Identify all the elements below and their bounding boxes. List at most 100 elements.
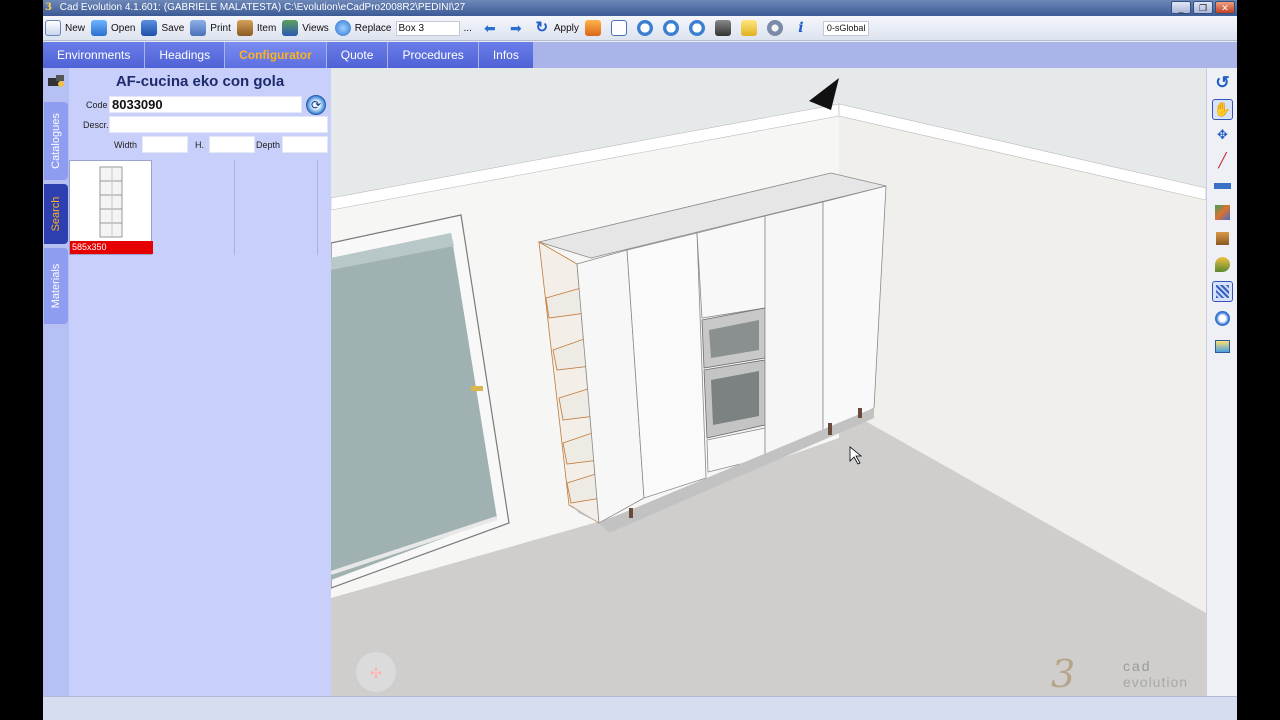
- application-window: 3 Cad Evolution 4.1.601: (GABRIELE MALAT…: [43, 0, 1237, 720]
- tab-procedures[interactable]: Procedures: [388, 42, 478, 68]
- package-icon: [584, 20, 601, 36]
- material-button[interactable]: [1212, 202, 1233, 223]
- view-tools-toolbar: ↺ ✋ ✥ ╱: [1206, 68, 1237, 696]
- catalog-button[interactable]: [1212, 228, 1233, 249]
- minimize-button[interactable]: _: [1171, 1, 1191, 14]
- app-logo-icon: 3: [45, 2, 52, 13]
- side-tab-search[interactable]: Search: [44, 184, 68, 244]
- tab-infos[interactable]: Infos: [478, 42, 533, 68]
- catalogue-tool-icon[interactable]: [47, 73, 65, 89]
- tab-configurator[interactable]: Configurator: [225, 42, 326, 68]
- descr-input[interactable]: [109, 116, 328, 133]
- brand-tagline: evolution: [1123, 674, 1189, 690]
- back-button[interactable]: ⬅: [480, 17, 506, 39]
- apply-refresh-icon: ↻: [535, 19, 549, 36]
- zoom-out-button[interactable]: [687, 17, 713, 39]
- info-button[interactable]: i: [791, 17, 817, 39]
- code-input[interactable]: 8033090: [109, 96, 302, 113]
- zoom-fit-button[interactable]: [635, 17, 661, 39]
- notes-icon: [740, 20, 757, 36]
- result-divider: [234, 160, 235, 255]
- 3d-viewport[interactable]: ✣ 3 cad evolution: [331, 68, 1206, 696]
- forward-button[interactable]: ➡: [506, 17, 532, 39]
- line-icon: ╱: [1218, 152, 1227, 168]
- width-label: Width: [114, 140, 138, 150]
- panel-title: AF-cucina eko con gola: [115, 73, 285, 90]
- kitchen-3d-scene: ✣: [331, 68, 1206, 696]
- brand-name: cad: [1123, 658, 1152, 674]
- apply-button[interactable]: ↻ Apply: [532, 17, 583, 39]
- move-button[interactable]: ✥: [1212, 124, 1233, 145]
- tab-headings[interactable]: Headings: [145, 42, 225, 68]
- ruler-icon: [1214, 183, 1231, 189]
- replace-more-button[interactable]: ...: [462, 17, 480, 39]
- replace-value-field[interactable]: Box 3: [395, 20, 460, 36]
- code-label: Code: [86, 100, 108, 110]
- new-button[interactable]: New: [43, 17, 89, 39]
- rotate-icon: ↺: [1215, 73, 1230, 92]
- search-icon: ⟳: [311, 98, 322, 112]
- zoom-fit-icon: [636, 20, 653, 36]
- package-button[interactable]: [583, 17, 609, 39]
- depth-input[interactable]: [282, 136, 328, 153]
- brand-logo-icon: 3: [1051, 652, 1076, 696]
- window-title: Cad Evolution 4.1.601: (GABRIELE MALATES…: [59, 2, 466, 13]
- zoom-in-icon: [662, 20, 679, 36]
- line-tool-button[interactable]: ╱: [1212, 150, 1233, 171]
- notes-button[interactable]: [739, 17, 765, 39]
- hand-icon: ✋: [1213, 101, 1232, 117]
- open-button[interactable]: Open: [89, 17, 139, 39]
- descr-label: Descr.: [83, 120, 109, 130]
- book-icon: [1216, 232, 1229, 245]
- pan-hand-button[interactable]: ✋: [1212, 99, 1233, 120]
- side-tab-strip: Catalogues Search Materials: [43, 68, 69, 696]
- thumbnail-size-badge: 585x350: [70, 241, 153, 254]
- layer-field[interactable]: 0-sGlobal: [822, 20, 870, 36]
- side-tab-materials[interactable]: Materials: [44, 248, 68, 324]
- status-bar: [43, 696, 1237, 720]
- tab-quote[interactable]: Quote: [326, 42, 388, 68]
- result-divider: [317, 160, 318, 255]
- new-file-icon: [45, 20, 61, 36]
- replace-button[interactable]: Replace: [333, 17, 396, 39]
- move-arrows-icon: ✥: [1217, 127, 1228, 142]
- rotate-view-button[interactable]: [1212, 308, 1233, 329]
- search-go-button[interactable]: ⟳: [306, 95, 326, 115]
- print-button[interactable]: Print: [188, 17, 235, 39]
- render-button[interactable]: [713, 17, 739, 39]
- tab-environments[interactable]: Environments: [43, 42, 145, 68]
- printer-icon: [190, 20, 207, 36]
- plan-view-button[interactable]: [1212, 281, 1233, 302]
- views-button[interactable]: Views: [280, 17, 333, 39]
- svg-text:✣: ✣: [370, 666, 382, 682]
- save-disk-icon: [141, 20, 158, 36]
- frame-button[interactable]: [609, 17, 635, 39]
- close-button[interactable]: ✕: [1215, 1, 1235, 14]
- views-pen-icon: [282, 20, 299, 36]
- side-tab-catalogues[interactable]: Catalogues: [44, 102, 68, 180]
- title-bar: 3 Cad Evolution 4.1.601: (GABRIELE MALAT…: [43, 0, 1237, 16]
- item-box-icon: [236, 20, 253, 36]
- depth-label: Depth: [256, 140, 281, 150]
- result-thumbnail[interactable]: 585x350: [69, 160, 153, 255]
- info-icon: i: [798, 20, 804, 36]
- replace-globe-icon: [334, 20, 351, 36]
- undo-view-button[interactable]: ↺: [1212, 72, 1233, 93]
- arrow-left-icon: ⬅: [483, 20, 496, 36]
- zoom-in-button[interactable]: [661, 17, 687, 39]
- measure-button[interactable]: [1212, 176, 1233, 197]
- height-input[interactable]: [209, 136, 255, 153]
- zoom-out-icon: [688, 20, 705, 36]
- width-input[interactable]: [142, 136, 188, 153]
- search-panel: AF-cucina eko con gola Code 8033090 ⟳ De…: [48, 68, 331, 696]
- image-export-button[interactable]: [1212, 336, 1233, 357]
- save-button[interactable]: Save: [139, 17, 188, 39]
- maximize-button[interactable]: ❐: [1193, 1, 1213, 14]
- material-swatch-icon: [1215, 205, 1230, 220]
- picture-icon: [1215, 340, 1230, 353]
- item-button[interactable]: Item: [235, 17, 280, 39]
- place-button[interactable]: [1212, 254, 1233, 275]
- camera-icon: [714, 20, 731, 36]
- height-label: H.: [195, 140, 204, 150]
- settings-button[interactable]: [765, 17, 791, 39]
